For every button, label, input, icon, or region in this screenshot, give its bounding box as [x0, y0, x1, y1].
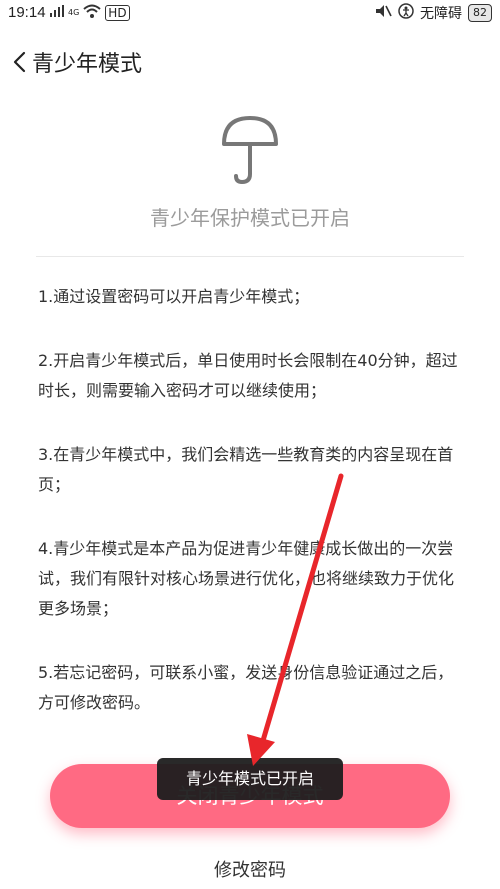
page-title: 青少年模式	[32, 52, 143, 77]
rule-item-1: 1.通过设置密码可以开启青少年模式；	[38, 287, 310, 306]
accessibility-label: 无障碍	[420, 6, 462, 22]
status-right: 无障碍 82	[374, 3, 492, 23]
toast-message: 青少年模式已开启	[157, 758, 343, 800]
wifi-icon	[83, 4, 101, 22]
rule-item-4: 4.青少年模式是本产品为促进青少年健康成长做出的一次尝试，我们有限针对核心场景进…	[38, 539, 455, 618]
umbrella-icon	[222, 116, 278, 185]
status-bar: 19:14 4G HD 无障碍 82	[0, 0, 500, 26]
protection-status-text: 青少年保护模式已开启	[150, 206, 350, 230]
rule-item-5: 5.若忘记密码，可联系小蜜，发送身份信息验证通过之后，方可修改密码。	[38, 663, 454, 712]
status-time: 19:14	[8, 4, 46, 21]
header: 青少年模式	[0, 40, 500, 84]
mute-icon	[374, 3, 392, 23]
hd-badge: HD	[105, 5, 130, 21]
network-type-label: 4G	[68, 8, 80, 17]
hero-section: 青少年保护模式已开启	[0, 112, 500, 231]
change-password-link[interactable]: 修改密码	[0, 856, 500, 882]
battery-indicator: 82	[468, 4, 492, 22]
signal-icon	[50, 5, 64, 21]
back-arrow-icon[interactable]	[8, 47, 30, 77]
status-icons-left: 4G HD	[50, 4, 130, 22]
rules-list: 1.通过设置密码可以开启青少年模式； 2.开启青少年模式后，单日使用时长会限制在…	[38, 282, 468, 752]
accessibility-icon	[398, 3, 414, 23]
rule-item-2: 2.开启青少年模式后，单日使用时长会限制在40分钟，超过时长，则需要输入密码才可…	[38, 351, 458, 400]
divider	[36, 256, 464, 257]
rule-item-3: 3.在青少年模式中，我们会精选一些教育类的内容呈现在首页；	[38, 445, 454, 494]
